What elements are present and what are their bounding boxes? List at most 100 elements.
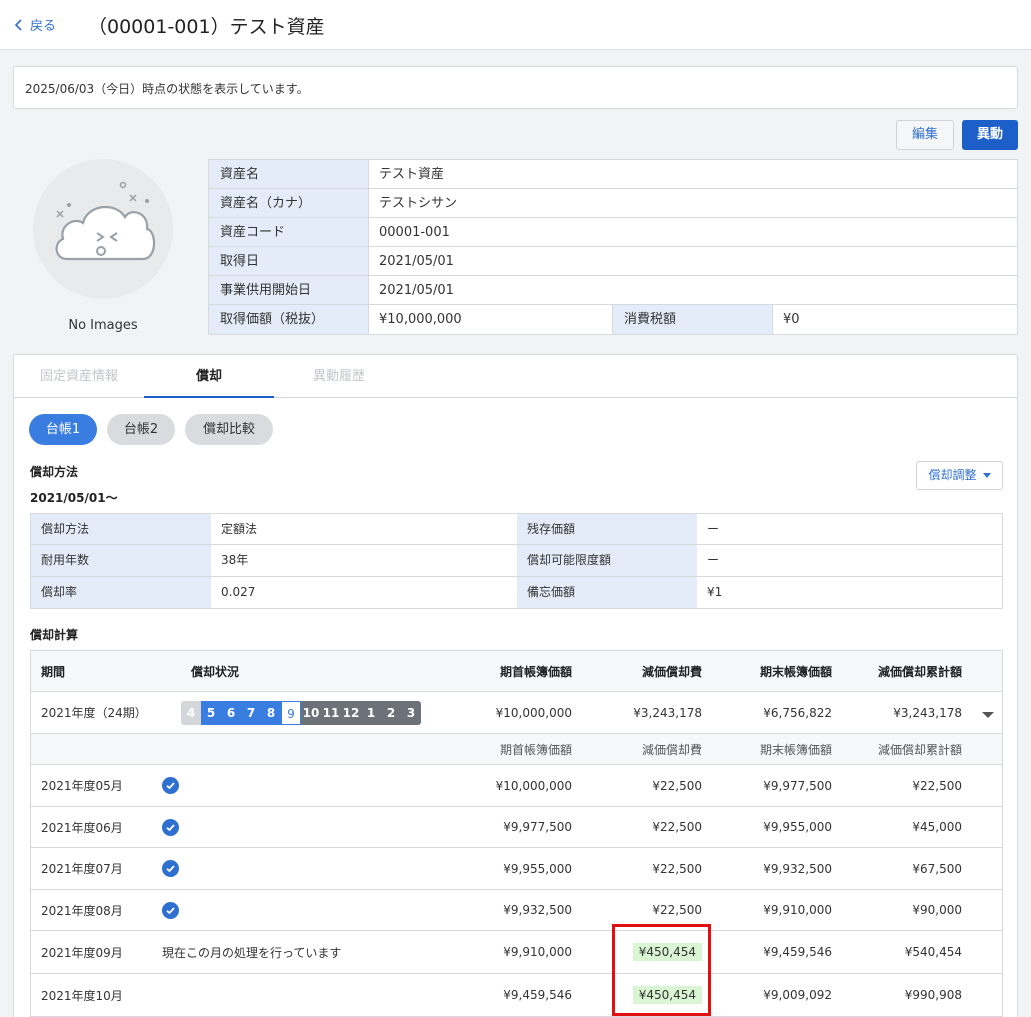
year-summary-row[interactable]: 2021年度（24期） 4 5 6 7 8 9 10 11 12 1 2 3 ¥10,000,000 … <box>31 692 1002 734</box>
row-begin-book: ¥9,977,500 <box>503 820 572 834</box>
transfer-button[interactable]: 異動 <box>962 120 1018 150</box>
table-row: 2021年度05月 ¥10,000,000 ¥22,500 ¥9,977,500 ¥22… <box>31 765 1002 807</box>
asset-row-name: 資産名 テスト資産 <box>209 160 1017 189</box>
no-image-placeholder <box>33 159 173 299</box>
row-period: 2021年度06月 <box>41 820 123 835</box>
residual-value-label: 残存価額 <box>517 514 697 545</box>
ledger-1-button[interactable]: 台帳1 <box>29 414 97 445</box>
month-chip: 8 <box>261 701 281 725</box>
month-chip: 11 <box>321 701 341 725</box>
no-image-label: No Images <box>68 318 138 333</box>
year-end-book: ¥6,756,822 <box>763 705 832 720</box>
depreciable-limit-label: 償却可能限度額 <box>517 545 697 576</box>
asset-row-kana: 資産名（カナ） テストシサン <box>209 189 1017 218</box>
row-status <box>162 765 179 806</box>
year-begin-book: ¥10,000,000 <box>495 705 572 720</box>
use-start-date-value: 2021/05/01 <box>379 283 454 298</box>
expand-caret-icon[interactable] <box>982 712 994 718</box>
row-cumulative: ¥45,000 <box>912 820 962 834</box>
header-depreciation: 減価償却費 <box>641 664 702 679</box>
depreciation-calc-table: 期間 償却状況 期首帳簿価額 減価償却費 期末帳簿価額 減価償却累計額 2021… <box>30 650 1003 1017</box>
month-status-bar: 4 5 6 7 8 9 10 11 12 1 2 3 <box>181 701 421 725</box>
tab-depreciation[interactable]: 償却 <box>144 355 274 398</box>
page-title: （00001-001）テスト資産 <box>88 16 325 38</box>
depreciation-compare-button[interactable]: 償却比較 <box>185 414 273 445</box>
caret-down-icon <box>982 473 991 478</box>
header-status: 償却状況 <box>191 664 240 679</box>
row-begin-book: ¥10,000,000 <box>495 778 572 793</box>
asset-code-value: 00001-001 <box>379 225 450 240</box>
row-period: 2021年度07月 <box>41 862 123 876</box>
table-row: 2021年度06月 ¥9,977,500 ¥22,500 ¥9,955,000 ¥45,… <box>31 807 1002 848</box>
depreciable-limit-value: ー <box>707 553 720 568</box>
method-section-date: 2021/05/01〜 <box>30 491 118 505</box>
month-chip: 4 <box>181 701 201 725</box>
depreciation-adjust-label: 償却調整 <box>928 468 977 482</box>
row-end-book: ¥9,977,500 <box>763 778 832 793</box>
row-begin-book: ¥9,910,000 <box>503 945 572 959</box>
calc-section-title: 償却計算 <box>30 628 79 642</box>
chevron-left-icon <box>14 18 22 31</box>
tab-bar: 固定資産情報 償却 異動履歴 <box>14 355 1017 398</box>
header-period: 期間 <box>41 664 66 679</box>
tab-fixed-asset-info[interactable]: 固定資産情報 <box>14 355 144 398</box>
no-image-cloud-icon <box>55 181 156 261</box>
table-row: 2021年度07月 ¥9,955,000 ¥22,500 ¥9,932,500 ¥67,… <box>31 848 1002 890</box>
method-row-3: 償却率 0.027 備忘価額 ¥1 <box>31 576 1002 608</box>
row-depreciation: ¥22,500 <box>652 861 702 876</box>
row-begin-book: ¥9,955,000 <box>503 861 572 876</box>
month-subheader-row: 期首帳簿価額 減価償却費 期末帳簿価額 減価償却累計額 <box>31 734 1002 765</box>
check-circle-icon <box>162 901 179 919</box>
asset-name-value: テスト資産 <box>379 167 445 182</box>
row-status <box>162 890 179 930</box>
row-depreciation: ¥22,500 <box>652 820 702 834</box>
year-depreciation: ¥3,243,178 <box>633 705 702 720</box>
consumption-tax-label: 消費税額 <box>613 305 773 334</box>
row-period: 2021年度09月 <box>41 945 123 960</box>
edit-button[interactable]: 編集 <box>896 120 954 150</box>
acquisition-date-label: 取得日 <box>209 247 369 275</box>
useful-life-value: 38年 <box>221 553 249 568</box>
row-end-book: ¥9,932,500 <box>763 861 832 876</box>
row-depreciation: ¥22,500 <box>652 778 702 793</box>
table-row: 2021年度08月 ¥9,932,500 ¥22,500 ¥9,910,000 ¥90,… <box>31 890 1002 931</box>
header-end-book: 期末帳簿価額 <box>759 664 832 679</box>
month-chip: 5 <box>201 701 221 725</box>
asset-kana-label: 資産名（カナ） <box>209 189 369 217</box>
row-status <box>162 848 179 889</box>
method-label: 償却方法 <box>31 514 211 545</box>
ledger-2-button[interactable]: 台帳2 <box>107 414 175 445</box>
tab-transfer-history[interactable]: 異動履歴 <box>274 355 404 398</box>
residual-value: ー <box>707 522 720 536</box>
row-period: 2021年度10月 <box>41 988 123 1003</box>
month-chip: 2 <box>381 701 401 725</box>
month-chip: 6 <box>221 701 241 725</box>
asset-row-use-date: 事業供用開始日 2021/05/01 <box>209 276 1017 305</box>
memo-value-label: 備忘価額 <box>517 576 697 608</box>
month-chip: 3 <box>401 701 421 725</box>
month-chip: 10 <box>301 701 321 725</box>
row-end-book: ¥9,910,000 <box>763 903 832 917</box>
acquisition-price-value: ¥10,000,000 <box>369 305 613 334</box>
row-end-book: ¥9,459,546 <box>763 945 832 959</box>
row-cumulative: ¥22,500 <box>912 778 962 793</box>
asset-row-acq-date: 取得日 2021/05/01 <box>209 247 1017 276</box>
status-notice: 2025/06/03（今日）時点の状態を表示しています。 <box>13 66 1018 109</box>
check-circle-icon <box>162 777 179 794</box>
month-chip: 1 <box>361 701 381 725</box>
consumption-tax-value: ¥0 <box>783 312 800 327</box>
method-value: 定額法 <box>221 522 258 536</box>
row-status <box>162 807 179 847</box>
row-end-book: ¥9,009,092 <box>763 988 832 1002</box>
method-row-1: 償却方法 定額法 残存価額 ー <box>31 514 1002 546</box>
month-chip: 7 <box>241 701 261 725</box>
useful-life-label: 耐用年数 <box>31 545 211 576</box>
back-link[interactable]: 戻る <box>14 15 56 34</box>
sub-cumulative: 減価償却累計額 <box>877 742 962 757</box>
row-begin-book: ¥9,932,500 <box>503 903 572 917</box>
month-chip: 12 <box>341 701 361 725</box>
row-end-book: ¥9,955,000 <box>763 820 832 834</box>
asset-row-price: 取得価額（税抜） ¥10,000,000 消費税額 ¥0 <box>209 305 1017 334</box>
depreciation-adjust-button[interactable]: 償却調整 <box>916 461 1003 490</box>
row-period: 2021年度08月 <box>41 903 123 918</box>
